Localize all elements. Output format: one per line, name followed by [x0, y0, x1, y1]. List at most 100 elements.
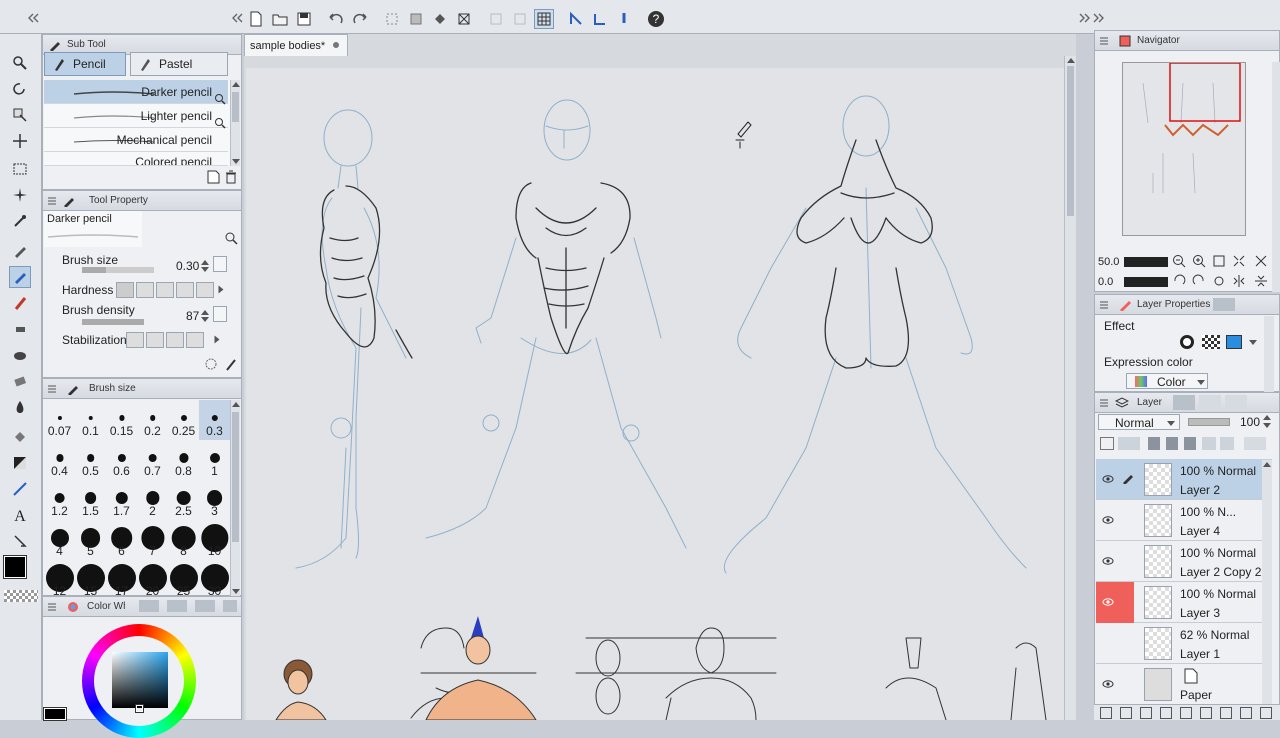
- eye-icon[interactable]: [1102, 596, 1114, 608]
- delete-subtool-icon[interactable]: [224, 170, 238, 184]
- main-color-swatch[interactable]: [3, 555, 27, 579]
- transparent-color-swatch[interactable]: [4, 590, 38, 602]
- actual-size-icon[interactable]: [1254, 254, 1268, 268]
- lock-icon[interactable]: [1166, 437, 1178, 450]
- color-picker-cursor[interactable]: [135, 704, 144, 713]
- brush-size-option[interactable]: 15: [75, 560, 106, 596]
- brush-density-slider[interactable]: [82, 319, 144, 325]
- correct-line-icon[interactable]: [9, 530, 31, 552]
- gradient-icon[interactable]: [9, 452, 31, 474]
- brush-size-option[interactable]: 0.1: [75, 400, 106, 440]
- navigator-scrollbar[interactable]: [1272, 62, 1280, 292]
- rotate-left-icon[interactable]: [1172, 274, 1186, 288]
- brush-size-option[interactable]: 3: [199, 480, 230, 520]
- delete-layer-icon[interactable]: [1260, 707, 1272, 719]
- color-set-tab-icon[interactable]: [167, 600, 187, 612]
- tool-detail-icon[interactable]: [224, 231, 238, 245]
- brush-size-option[interactable]: 20: [137, 560, 168, 596]
- snap-ruler-icon[interactable]: [566, 9, 586, 29]
- move-layer-icon[interactable]: [9, 130, 31, 152]
- layer-search-tab-icon[interactable]: [1213, 298, 1235, 311]
- eye-icon[interactable]: [1102, 555, 1114, 567]
- expression-color-select[interactable]: Color: [1126, 373, 1208, 389]
- brush-size-option[interactable]: 30: [199, 560, 230, 596]
- pencil-tool-icon[interactable]: [9, 266, 31, 288]
- layer-row[interactable]: 100 % Normal Layer 2 Copy 2: [1096, 541, 1272, 582]
- brush-size-option[interactable]: 0.15: [106, 400, 137, 440]
- reference-icon[interactable]: [1118, 437, 1140, 450]
- opacity-spinner[interactable]: [1263, 414, 1271, 430]
- stabilization-selector[interactable]: [126, 332, 226, 348]
- brush-size-value[interactable]: 0.30: [176, 259, 199, 273]
- new-vector-layer-icon[interactable]: [1120, 707, 1132, 719]
- panel-menu-icon[interactable]: [1099, 299, 1109, 311]
- brush-size-option[interactable]: 10: [199, 520, 230, 560]
- new-raster-layer-icon[interactable]: [1100, 707, 1112, 719]
- selection-icon[interactable]: [9, 158, 31, 180]
- blend-mode-select[interactable]: Normal: [1098, 414, 1180, 430]
- merge-down-icon[interactable]: [1200, 707, 1212, 719]
- brush-size-option[interactable]: 0.4: [44, 440, 75, 480]
- grid-toggle-icon[interactable]: [534, 9, 554, 29]
- lock-transparent-icon[interactable]: [1184, 437, 1196, 450]
- collapse-right2-icon[interactable]: [1092, 8, 1106, 28]
- brush-item-colored-pencil[interactable]: Colored pencil: [44, 152, 228, 166]
- hardness-selector[interactable]: [116, 282, 226, 298]
- brush-size-option[interactable]: 6: [106, 520, 137, 560]
- undo-icon[interactable]: [326, 9, 346, 29]
- flip-vertical-icon[interactable]: [1254, 274, 1268, 288]
- fill-icon[interactable]: [430, 9, 450, 29]
- current-color-swatch[interactable]: [43, 707, 67, 721]
- eye-icon[interactable]: [1102, 514, 1114, 526]
- brush-size-spinner[interactable]: [201, 259, 209, 273]
- density-pressure-icon[interactable]: [213, 306, 227, 322]
- zoom-slider[interactable]: [1124, 257, 1168, 267]
- eyedropper-icon[interactable]: [9, 210, 31, 232]
- brush-size-option[interactable]: 25: [168, 560, 199, 596]
- brush-list-scrollbar[interactable]: [230, 80, 240, 166]
- tone-effect-icon[interactable]: [1202, 335, 1220, 349]
- tab-pastel[interactable]: Pastel: [130, 52, 228, 76]
- effect-dropdown-icon[interactable]: [1249, 340, 1257, 345]
- brush-size-option[interactable]: 0.8: [168, 440, 199, 480]
- brush-size-option[interactable]: 1: [199, 440, 230, 480]
- pen-icon[interactable]: [9, 240, 31, 262]
- brush-size-option[interactable]: 1.5: [75, 480, 106, 520]
- layer-tab2-icon[interactable]: [1173, 395, 1195, 410]
- mask-icon[interactable]: [1160, 707, 1172, 719]
- brush-size-option[interactable]: 8: [168, 520, 199, 560]
- tool-reset-icon[interactable]: [204, 357, 218, 371]
- zoom-out-icon[interactable]: [1172, 254, 1186, 268]
- zoom-value[interactable]: 50.0: [1098, 256, 1119, 268]
- open-folder-icon[interactable]: [270, 9, 290, 29]
- brush-size-option[interactable]: 1.2: [44, 480, 75, 520]
- brush-size-option[interactable]: 4: [44, 520, 75, 560]
- panel-menu-icon[interactable]: [47, 383, 57, 395]
- figure-icon[interactable]: [9, 478, 31, 500]
- fit-navigator-icon[interactable]: [1232, 254, 1246, 268]
- brush-size-option[interactable]: 1.7: [106, 480, 137, 520]
- new-subtool-icon[interactable]: [206, 170, 220, 184]
- brush-size-option[interactable]: 7: [137, 520, 168, 560]
- rotate-right-icon[interactable]: [1192, 274, 1206, 288]
- snap-special-icon[interactable]: [614, 9, 634, 29]
- rotation-slider[interactable]: [1124, 277, 1168, 287]
- brush-item-lighter-pencil[interactable]: Lighter pencil: [44, 104, 228, 128]
- redo-icon[interactable]: [350, 9, 370, 29]
- saturation-value-square[interactable]: [112, 652, 168, 708]
- brush-size-scrollbar[interactable]: [230, 400, 240, 596]
- layer-up-icon[interactable]: [1240, 707, 1252, 719]
- brush-size-option[interactable]: 0.6: [106, 440, 137, 480]
- help-icon[interactable]: ?: [646, 9, 666, 29]
- crop-icon[interactable]: [406, 9, 426, 29]
- operation-icon[interactable]: [9, 104, 31, 126]
- canvas-vertical-scrollbar[interactable]: [1064, 56, 1076, 720]
- apply-mask-icon[interactable]: [1220, 707, 1232, 719]
- layer-color-icon[interactable]: [1244, 437, 1266, 450]
- layer-list-scrollbar[interactable]: [1262, 460, 1272, 704]
- more-tabs-icon[interactable]: [223, 600, 237, 612]
- eye-icon[interactable]: [1102, 678, 1114, 690]
- clip-icon[interactable]: [1100, 437, 1114, 450]
- eye-icon[interactable]: [1102, 473, 1114, 485]
- ruler-show-icon[interactable]: [1220, 437, 1234, 450]
